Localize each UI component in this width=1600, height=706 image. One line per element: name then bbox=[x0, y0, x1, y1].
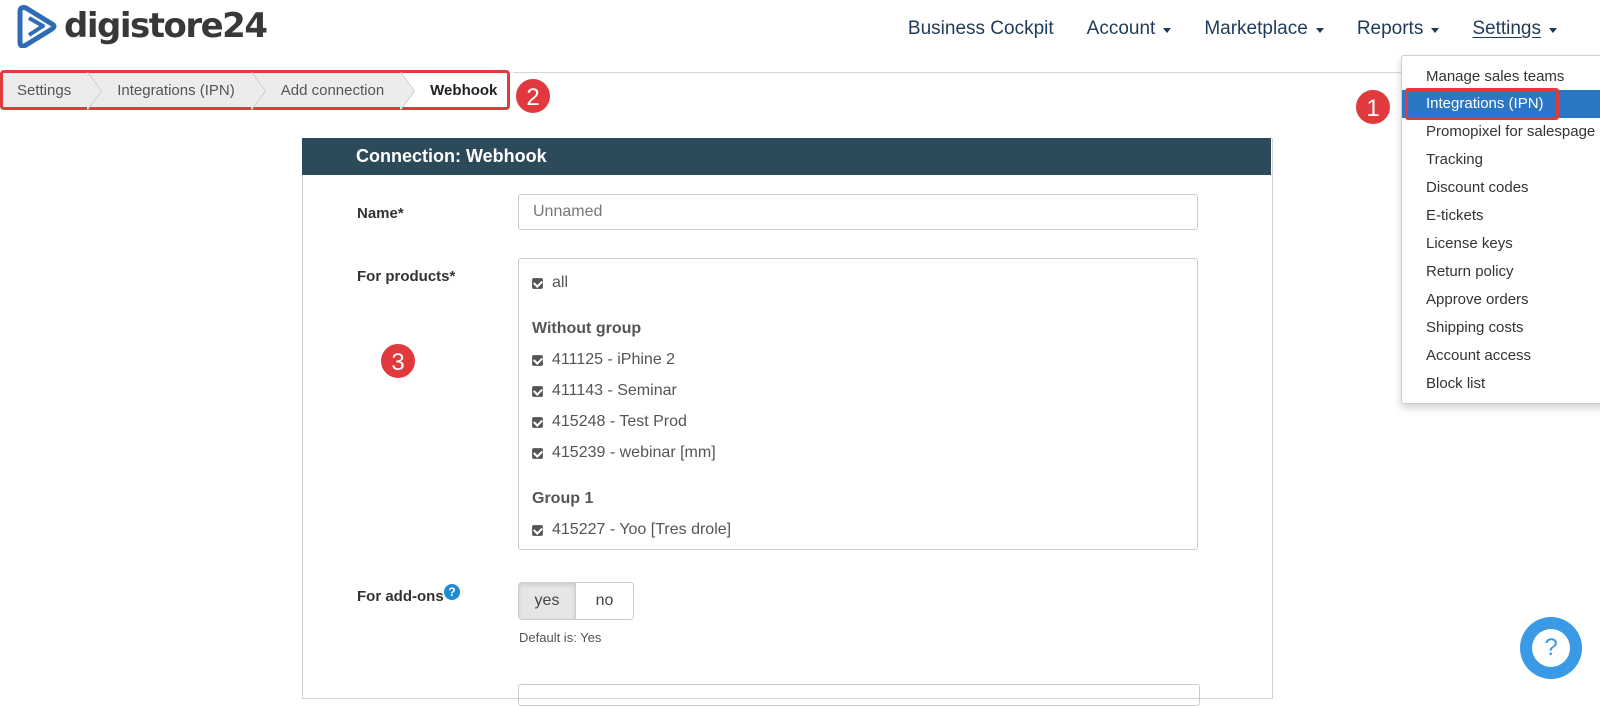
checkbox-checked-icon[interactable] bbox=[532, 524, 543, 536]
top-header: digistore24 Business Cockpit Account Mar… bbox=[0, 0, 1600, 73]
caret-down-icon bbox=[1315, 27, 1324, 33]
product-checkbox-all[interactable]: all bbox=[532, 274, 568, 292]
checkbox-checked-icon[interactable] bbox=[532, 447, 543, 459]
checkbox-label: all bbox=[552, 274, 569, 291]
nav-label: Marketplace bbox=[1204, 18, 1308, 39]
nav-label: Reports bbox=[1356, 18, 1424, 39]
nav-label: Settings bbox=[1472, 18, 1541, 39]
main-nav: Business Cockpit Account Marketplace Rep… bbox=[908, 0, 1600, 58]
step-marker-1: 1 bbox=[1354, 88, 1392, 126]
menu-item-e-tickets[interactable]: E-tickets bbox=[1402, 202, 1600, 230]
menu-item-shipping-costs[interactable]: Shipping costs bbox=[1402, 314, 1600, 342]
menu-item-promopixel[interactable]: Promopixel for salespage bbox=[1402, 118, 1600, 146]
caret-down-icon bbox=[1163, 27, 1172, 33]
product-checkbox[interactable]: 411125 - iPhine 2 bbox=[532, 351, 675, 369]
group-title: Group 1 bbox=[532, 490, 594, 507]
name-input[interactable] bbox=[518, 194, 1198, 230]
menu-highlight-frame bbox=[1405, 88, 1559, 120]
nav-label: Business Cockpit bbox=[907, 18, 1054, 39]
products-label: For products* bbox=[357, 268, 456, 285]
menu-item-block-list[interactable]: Block list bbox=[1402, 370, 1600, 398]
group-title: Without group bbox=[532, 320, 642, 337]
name-label: Name* bbox=[357, 205, 404, 222]
toggle-yes-button[interactable]: yes bbox=[519, 583, 576, 619]
nav-marketplace[interactable]: Marketplace bbox=[1204, 18, 1324, 40]
product-checkbox[interactable]: 415227 - Yoo [Tres drole] bbox=[532, 521, 731, 539]
addons-label: For add-ons bbox=[357, 588, 444, 605]
menu-item-account-access[interactable]: Account access bbox=[1402, 342, 1600, 370]
help-question-icon[interactable]: ? bbox=[444, 584, 460, 600]
toggle-no-button[interactable]: no bbox=[576, 583, 633, 619]
help-chat-button[interactable]: ? bbox=[1520, 617, 1582, 679]
menu-item-manage-sales-teams[interactable]: Manage sales teams bbox=[1402, 63, 1600, 91]
menu-item-tracking[interactable]: Tracking bbox=[1402, 146, 1600, 174]
addons-toggle: yes no bbox=[518, 582, 634, 620]
nav-account[interactable]: Account bbox=[1087, 18, 1172, 40]
brand-logo[interactable]: digistore24 bbox=[16, 4, 268, 48]
nav-reports[interactable]: Reports bbox=[1357, 18, 1440, 40]
next-field-input[interactable] bbox=[518, 684, 1200, 706]
checkbox-label: 415239 - webinar [mm] bbox=[552, 444, 716, 461]
panel-title: Connection: Webhook bbox=[302, 138, 1271, 175]
question-mark-icon: ? bbox=[1532, 629, 1570, 667]
step-marker-2: 2 bbox=[514, 77, 552, 115]
nav-business-cockpit[interactable]: Business Cockpit bbox=[908, 18, 1054, 40]
addons-default-hint: Default is: Yes bbox=[519, 630, 602, 645]
checkbox-label: 415248 - Test Prod bbox=[552, 413, 687, 430]
checkbox-checked-icon[interactable] bbox=[532, 416, 543, 428]
menu-item-license-keys[interactable]: License keys bbox=[1402, 230, 1600, 258]
product-checkbox[interactable]: 415239 - webinar [mm] bbox=[532, 444, 716, 462]
products-list bbox=[518, 258, 1198, 550]
step-marker-3: 3 bbox=[379, 342, 417, 380]
caret-down-icon bbox=[1431, 27, 1440, 33]
checkbox-label: 411125 - iPhine 2 bbox=[552, 351, 676, 368]
digistore-logo-icon bbox=[17, 5, 57, 48]
checkbox-checked-icon[interactable] bbox=[532, 385, 543, 397]
caret-down-icon bbox=[1549, 27, 1557, 33]
checkbox-label: 415227 - Yoo [Tres drole] bbox=[552, 521, 732, 538]
checkbox-label: 411143 - Seminar bbox=[552, 382, 677, 399]
menu-item-discount-codes[interactable]: Discount codes bbox=[1402, 174, 1600, 202]
nav-settings[interactable]: Settings bbox=[1472, 18, 1557, 40]
checkbox-checked-icon[interactable] bbox=[532, 277, 543, 289]
menu-item-return-policy[interactable]: Return policy bbox=[1402, 258, 1600, 286]
checkbox-checked-icon[interactable] bbox=[532, 354, 543, 366]
menu-item-approve-orders[interactable]: Approve orders bbox=[1402, 286, 1600, 314]
nav-label: Account bbox=[1086, 18, 1156, 39]
brand-name: digistore24 bbox=[64, 6, 268, 46]
product-checkbox[interactable]: 415248 - Test Prod bbox=[532, 413, 687, 431]
product-checkbox[interactable]: 411143 - Seminar bbox=[532, 382, 677, 400]
